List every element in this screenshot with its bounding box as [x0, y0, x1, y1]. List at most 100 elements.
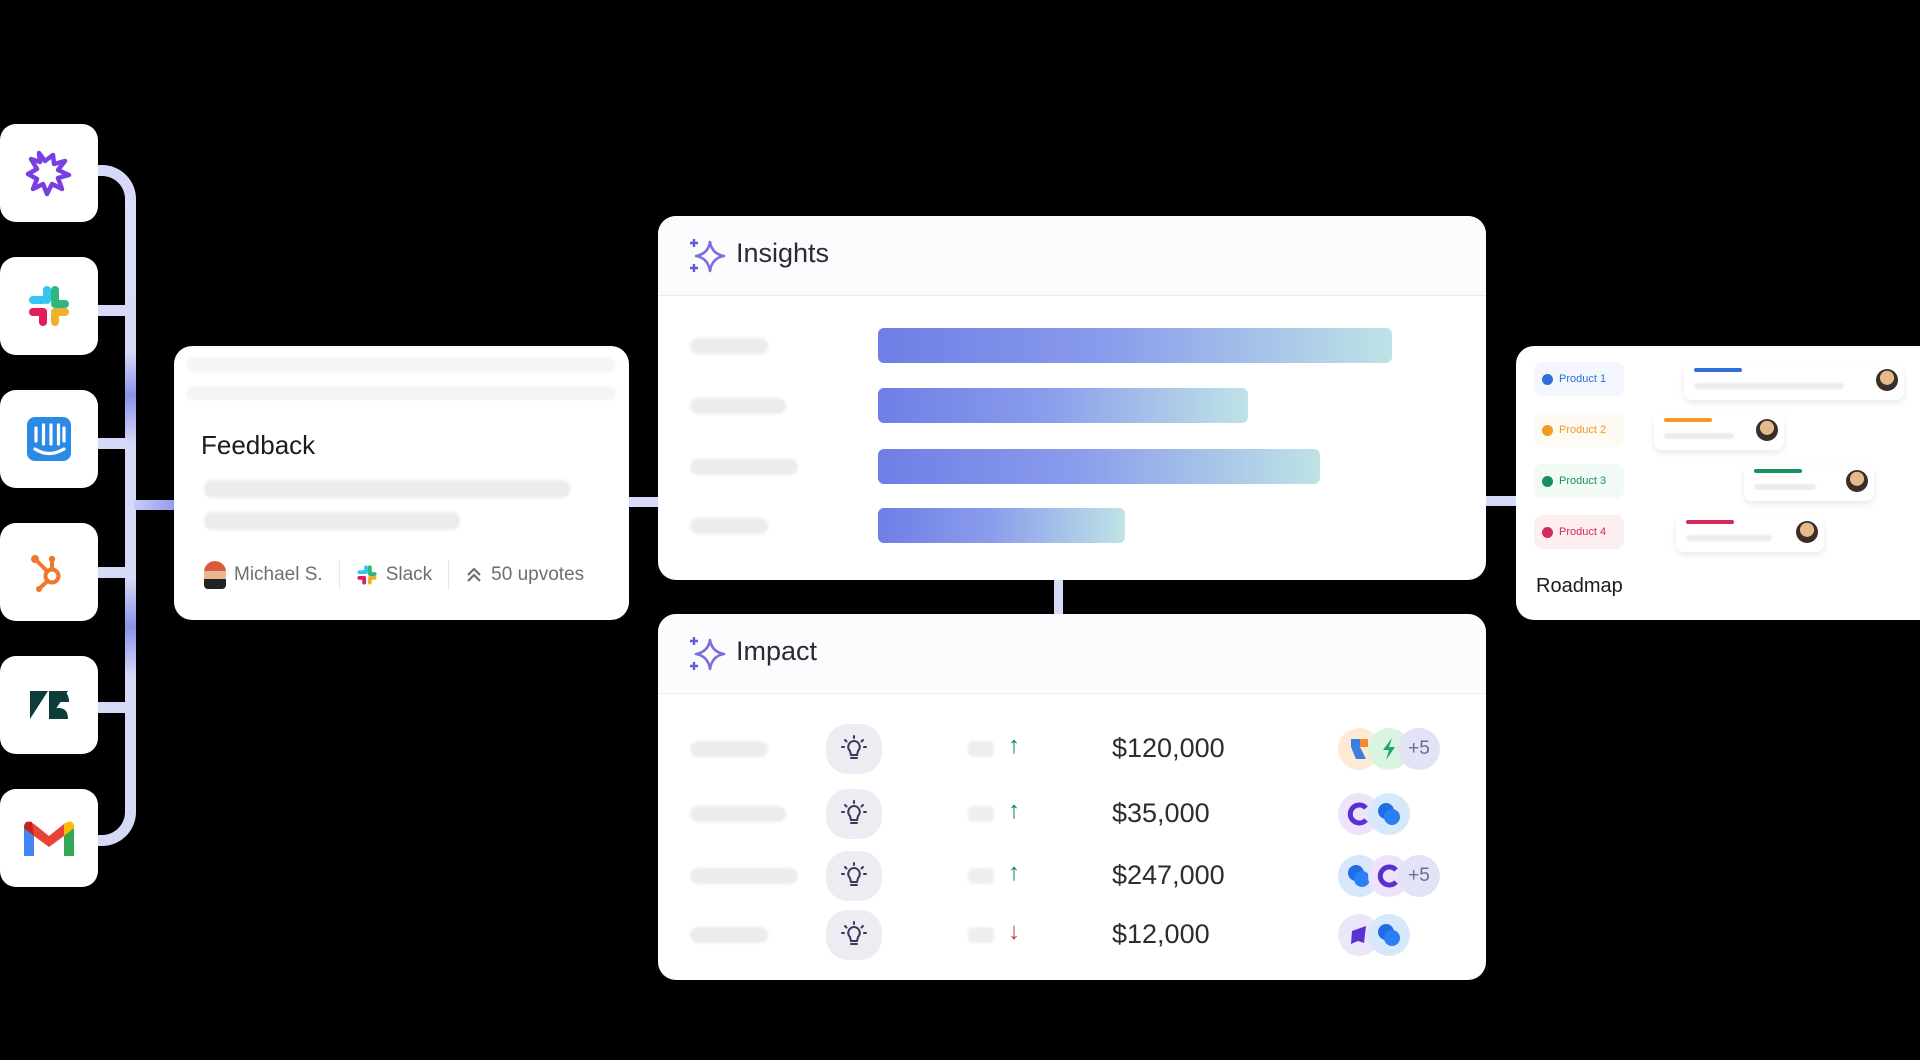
- feedback-card[interactable]: Feedback Michael S. Slack 50 upvotes: [174, 346, 629, 620]
- intercom-icon: [27, 417, 71, 461]
- roadmap-product-tag[interactable]: Product 3: [1534, 464, 1624, 498]
- lightbulb-chip[interactable]: [826, 789, 882, 839]
- assignee-avatar: [1846, 470, 1868, 492]
- lightbulb-icon: [841, 735, 867, 759]
- feedback-source-name: Slack: [385, 564, 433, 585]
- upvote-count: 50 upvotes: [491, 564, 585, 585]
- connector-zendesk: [98, 702, 128, 713]
- insight-label-skeleton: [690, 398, 786, 414]
- connector-hubspot: [98, 567, 128, 578]
- arrow-up-icon: ↑: [1008, 732, 1020, 759]
- zendesk-icon: [30, 691, 69, 719]
- insight-label-skeleton: [690, 338, 768, 354]
- lightbulb-chip[interactable]: [826, 910, 882, 960]
- task-color-bar: [1664, 418, 1712, 422]
- source-tile-slack[interactable]: [0, 257, 98, 355]
- roadmap-product-tag[interactable]: Product 4: [1534, 515, 1624, 549]
- spark-burst-icon: [25, 150, 72, 197]
- more-customers-badge[interactable]: +5: [1398, 855, 1440, 897]
- lightbulb-chip[interactable]: [826, 851, 882, 901]
- impact-row[interactable]: ↑ $35,000: [658, 789, 1486, 839]
- roadmap-title: Roadmap: [1536, 575, 1623, 597]
- lightbulb-icon: [841, 862, 867, 886]
- feedback-title: Feedback: [201, 430, 316, 460]
- roadmap-task[interactable]: [1684, 364, 1904, 400]
- customer-avatar-stack[interactable]: +5: [1338, 728, 1440, 770]
- product-label: Product 4: [1559, 526, 1607, 538]
- trend-skeleton: [968, 927, 994, 943]
- product-dot-icon: [1542, 475, 1553, 487]
- connector-insights-roadmap: [1485, 496, 1518, 506]
- source-tile-gmail[interactable]: [0, 789, 98, 887]
- product-dot-icon: [1542, 424, 1553, 436]
- customer-avatar-stack[interactable]: +5: [1338, 855, 1440, 897]
- connector-feedback-insights: [628, 497, 660, 507]
- impact-row[interactable]: ↑ $247,000 +5: [658, 851, 1486, 901]
- connector-insights-impact: [1054, 578, 1063, 616]
- sparkle-icon: [690, 239, 726, 273]
- product-label: Product 3: [1559, 475, 1607, 487]
- insights-card[interactable]: Insights: [658, 216, 1486, 580]
- roadmap-product-tag[interactable]: Product 1: [1534, 362, 1624, 396]
- insight-bar[interactable]: [878, 388, 1248, 423]
- trend-skeleton: [968, 741, 994, 757]
- insight-bar[interactable]: [878, 449, 1320, 484]
- roadmap-task[interactable]: [1744, 465, 1874, 501]
- task-skeleton: [1664, 433, 1734, 439]
- roadmap-task[interactable]: [1654, 414, 1784, 450]
- insights-header: Insights: [658, 216, 1486, 296]
- arrow-down-icon: ↓: [1008, 918, 1020, 945]
- more-customers-badge[interactable]: +5: [1398, 728, 1440, 770]
- impact-title: Impact: [736, 636, 818, 666]
- trend-skeleton: [968, 806, 994, 822]
- connector-slack: [98, 305, 128, 316]
- impact-card[interactable]: Impact ↑ $120,000 +5 ↑ $35,000 ↑ $247,000 +5 ↓ $1…: [658, 614, 1486, 980]
- impact-label-skeleton: [690, 741, 768, 757]
- insight-label-skeleton: [690, 459, 798, 475]
- source-tile-productboard[interactable]: [0, 124, 98, 222]
- impact-amount: $12,000: [1112, 919, 1210, 949]
- impact-row[interactable]: ↓ $12,000: [658, 910, 1486, 960]
- impact-row[interactable]: ↑ $120,000 +5: [658, 724, 1486, 774]
- task-color-bar: [1686, 520, 1734, 524]
- product-label: Product 1: [1559, 373, 1607, 385]
- roadmap-task[interactable]: [1676, 516, 1824, 552]
- lightbulb-icon: [841, 800, 867, 824]
- assignee-avatar: [1796, 521, 1818, 543]
- assignee-avatar: [1876, 369, 1898, 391]
- avatar: [204, 561, 226, 589]
- product-label: Product 2: [1559, 424, 1607, 436]
- connector-intercom: [98, 438, 128, 449]
- divider: [448, 560, 450, 590]
- feedback-skeleton-line: [186, 358, 616, 372]
- impact-amount: $247,000: [1112, 860, 1225, 890]
- feedback-skeleton-line: [204, 512, 460, 530]
- source-tile-zendesk[interactable]: [0, 656, 98, 754]
- product-dot-icon: [1542, 373, 1553, 385]
- upvote-button[interactable]: 50 upvotes: [465, 564, 584, 586]
- trend-skeleton: [968, 868, 994, 884]
- lightbulb-chip[interactable]: [826, 724, 882, 774]
- slack-icon: [357, 565, 377, 585]
- feedback-author[interactable]: Michael S.: [204, 561, 323, 589]
- feedback-source[interactable]: Slack: [356, 564, 432, 586]
- slack-icon: [29, 286, 69, 326]
- customer-avatar-stack[interactable]: [1338, 914, 1410, 956]
- insight-bar[interactable]: [878, 328, 1392, 363]
- insight-label-skeleton: [690, 518, 768, 534]
- impact-label-skeleton: [690, 927, 768, 943]
- double-chevron-up-icon: [467, 567, 481, 582]
- source-tile-intercom[interactable]: [0, 390, 98, 488]
- arrow-up-icon: ↑: [1008, 859, 1020, 886]
- customer-avatar-stack[interactable]: [1338, 793, 1410, 835]
- roadmap-product-tag[interactable]: Product 2: [1534, 413, 1624, 447]
- task-skeleton: [1694, 383, 1844, 389]
- impact-amount: $35,000: [1112, 798, 1210, 828]
- insight-bar[interactable]: [878, 508, 1125, 543]
- task-skeleton: [1754, 484, 1816, 490]
- impact-header: Impact: [658, 614, 1486, 694]
- feedback-skeleton-line: [186, 386, 616, 400]
- roadmap-card[interactable]: Product 1 Product 2 Product 3 Product 4 Roa…: [1516, 346, 1920, 620]
- hubspot-icon: [31, 555, 61, 592]
- source-tile-hubspot[interactable]: [0, 523, 98, 621]
